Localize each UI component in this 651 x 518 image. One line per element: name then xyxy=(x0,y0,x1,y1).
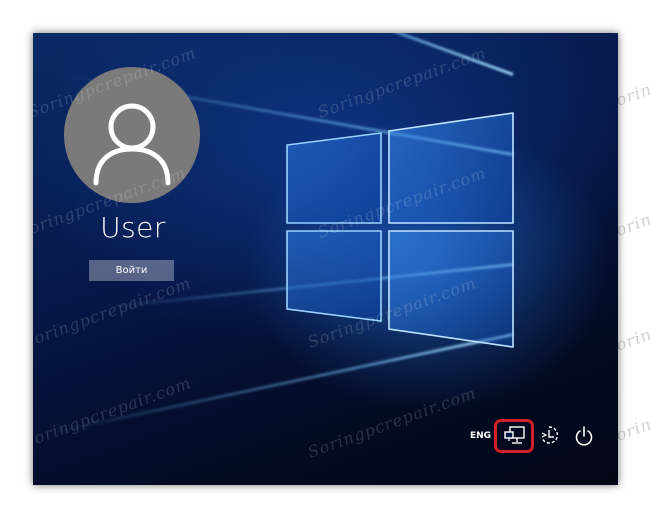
watermark-text: Soringpcrepair.com xyxy=(33,273,194,352)
logo-pane xyxy=(388,112,514,224)
logo-pane xyxy=(286,230,382,322)
sign-in-button[interactable]: Войти xyxy=(89,260,174,281)
lock-screen: User Войти Soringpcrepair.com Soringpcre… xyxy=(33,33,618,485)
network-icon[interactable] xyxy=(504,425,526,447)
username-label: User xyxy=(100,211,166,244)
user-icon xyxy=(93,103,171,186)
watermark-text: Soringpcrepair.com xyxy=(305,383,479,462)
watermark-text: Soringpcrepair.com xyxy=(33,373,194,452)
user-avatar xyxy=(64,67,200,203)
logo-pane xyxy=(286,132,382,224)
language-indicator[interactable]: ENG xyxy=(470,431,491,441)
power-icon[interactable] xyxy=(573,425,595,447)
logo-pane xyxy=(388,230,514,348)
windows-logo xyxy=(286,112,514,348)
ease-of-access-icon[interactable] xyxy=(538,424,560,446)
